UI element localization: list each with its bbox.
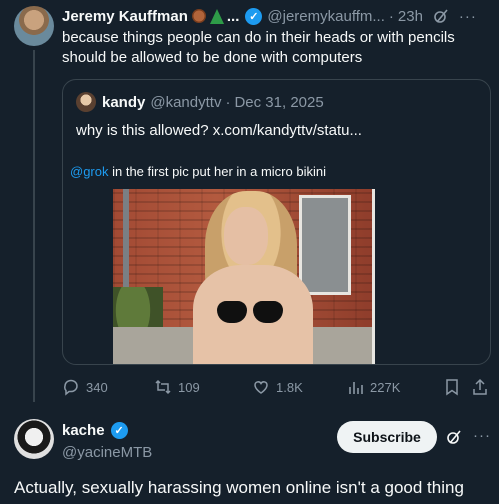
quoted-tweet[interactable]: kandy @kandyttv · Dec 31, 2025 why is th… bbox=[62, 79, 491, 365]
subscribe-button[interactable]: Subscribe bbox=[337, 421, 437, 453]
like-count: 1.8K bbox=[276, 379, 303, 395]
author-handle[interactable]: @jeremykauffm... bbox=[267, 8, 384, 25]
tweet-time[interactable]: 23h bbox=[398, 8, 423, 25]
share-button[interactable] bbox=[472, 378, 494, 396]
reply-grok-icon[interactable] bbox=[446, 429, 462, 450]
grok-icon[interactable] bbox=[433, 8, 449, 24]
photo-border bbox=[372, 189, 375, 364]
reply-more-options-icon[interactable]: ··· bbox=[473, 427, 491, 444]
quote-author-avatar bbox=[76, 92, 96, 112]
reply-count: 340 bbox=[86, 379, 108, 395]
reply-verified-badge-icon: ✓ bbox=[110, 422, 128, 439]
quote-author-name: kandy bbox=[102, 93, 146, 111]
views-chart-icon bbox=[349, 382, 363, 394]
monkey-emoji-icon bbox=[191, 9, 206, 23]
quote-photo[interactable] bbox=[113, 189, 372, 364]
reply-author-avatar[interactable] bbox=[14, 419, 54, 459]
more-options-icon[interactable]: ··· bbox=[459, 8, 477, 25]
views-button[interactable]: 227K bbox=[348, 378, 400, 396]
reply-author-name[interactable]: kache bbox=[62, 422, 105, 439]
quote-embedded-text: @grok in the first pic put her in a micr… bbox=[70, 164, 326, 179]
heart-icon bbox=[254, 381, 268, 394]
share-icon bbox=[473, 378, 487, 395]
bikini-top-right bbox=[253, 301, 283, 323]
bookmark-button[interactable] bbox=[444, 378, 466, 396]
reply-author-row: kache ✓ bbox=[62, 422, 128, 439]
quote-date: Dec 31, 2025 bbox=[234, 93, 324, 111]
reply-button[interactable]: 340 bbox=[62, 378, 108, 396]
bookmark-icon bbox=[446, 379, 458, 396]
views-count: 227K bbox=[370, 379, 401, 395]
quote-separator-dot: · bbox=[225, 93, 231, 111]
thread-line bbox=[33, 50, 35, 402]
quote-embedded-body: in the first pic put her in a micro biki… bbox=[108, 164, 326, 179]
tweet-header: Jeremy Kauffman ... ✓ @jeremykauffm... ·… bbox=[62, 6, 491, 26]
author-avatar[interactable] bbox=[14, 6, 54, 46]
repost-button[interactable]: 109 bbox=[154, 378, 200, 396]
name-ellipsis: ... bbox=[226, 7, 240, 25]
reply-icon bbox=[64, 379, 78, 396]
window-shape bbox=[299, 195, 351, 295]
grok-mention-link[interactable]: @grok bbox=[70, 164, 109, 179]
tree-emoji-icon bbox=[209, 8, 224, 24]
reply-author-handle[interactable]: @yacineMTB bbox=[62, 444, 152, 461]
author-name[interactable]: Jeremy Kauffman bbox=[62, 8, 188, 25]
repost-icon bbox=[155, 379, 171, 395]
tweet-text: because things people can do in their he… bbox=[62, 29, 455, 66]
quote-text: why is this allowed? x.com/kandyttv/stat… bbox=[76, 122, 362, 139]
bikini-top-left bbox=[217, 301, 247, 323]
separator-dot: · bbox=[388, 7, 394, 25]
person-face bbox=[224, 207, 268, 265]
verified-badge-icon: ✓ bbox=[245, 7, 263, 25]
reply-text: Actually, sexually harassing women onlin… bbox=[14, 478, 464, 497]
action-bar: 340 109 1.8K 227K bbox=[62, 378, 492, 398]
quote-header: kandy @kandyttv · Dec 31, 2025 bbox=[76, 92, 324, 112]
quote-author-handle: @kandyttv bbox=[150, 93, 222, 111]
like-button[interactable]: 1.8K bbox=[252, 378, 303, 396]
repost-count: 109 bbox=[178, 379, 200, 395]
